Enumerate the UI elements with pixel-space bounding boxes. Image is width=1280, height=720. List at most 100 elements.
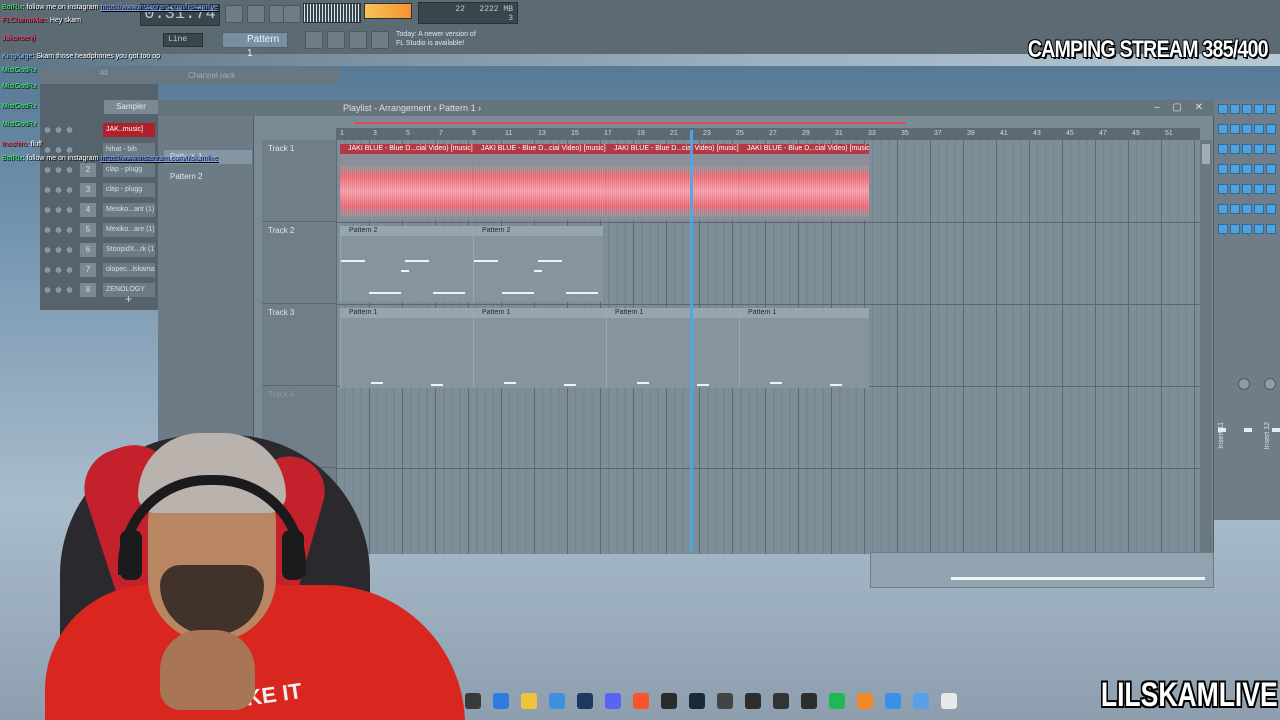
mixer-route-button[interactable]: [1266, 224, 1276, 234]
mixer-route-button[interactable]: [1254, 104, 1264, 114]
pan-knob[interactable]: [1264, 378, 1276, 390]
brave-icon[interactable]: [633, 693, 649, 709]
mixer-route-button[interactable]: [1218, 124, 1228, 134]
volume-fader[interactable]: [1272, 428, 1280, 432]
pan-knob[interactable]: [1238, 378, 1250, 390]
mixer-route-button[interactable]: [1254, 144, 1264, 154]
pattern-selector[interactable]: Pattern 1: [222, 32, 288, 59]
mixer-route-button[interactable]: [1266, 144, 1276, 154]
track-header-2[interactable]: Track 2: [262, 222, 336, 304]
file-icon[interactable]: [941, 693, 957, 709]
chat-link[interactable]: https://www.instagram.com/lilskamlive: [100, 155, 217, 162]
playlist-grid[interactable]: JAKI BLUE - Blue D...cial Video) [music]…: [336, 140, 1200, 554]
capcut-icon[interactable]: [801, 693, 817, 709]
mixer-route-button[interactable]: [1266, 184, 1276, 194]
scrollbar-thumb[interactable]: [1202, 144, 1210, 164]
playlist-scrollbar[interactable]: [1200, 140, 1212, 554]
channel-mixer-target[interactable]: 5: [80, 223, 96, 237]
pattern-clip[interactable]: Pattern 2: [340, 226, 473, 302]
channel-mute-buttons[interactable]: [42, 146, 74, 154]
app-icon[interactable]: [773, 693, 789, 709]
record-button[interactable]: [247, 5, 265, 23]
channel-name-button[interactable]: StoopidX...rk (1): [103, 243, 155, 257]
snap-select[interactable]: Line: [163, 33, 203, 47]
obs-icon[interactable]: [661, 693, 677, 709]
audio-clip[interactable]: JAKI BLUE - Blue D...cial Video) [music]: [340, 144, 473, 220]
mixer-route-button[interactable]: [1266, 104, 1276, 114]
app-icon[interactable]: [717, 693, 733, 709]
mixer-route-button[interactable]: [1230, 144, 1240, 154]
volume-fader[interactable]: [1218, 428, 1226, 432]
toolbar-button-d[interactable]: [371, 31, 389, 49]
channel-row[interactable]: 7 olopec...lskama: [40, 260, 158, 280]
timeline-ruler[interactable]: 1 3 5 7 9 11 13 15 17 19 21 23 25 27 29 31 33 35 37 39 41 43 4…: [336, 122, 1200, 140]
channel-row[interactable]: 2 clap - plugg: [40, 160, 158, 180]
channel-mixer-target[interactable]: 8: [80, 283, 96, 297]
channel-mixer-target[interactable]: 4: [80, 203, 96, 217]
channel-mute-buttons[interactable]: [42, 126, 74, 134]
track-header-1[interactable]: Track 1: [262, 140, 336, 222]
folder-icon[interactable]: [521, 693, 537, 709]
mixer-route-button[interactable]: [1218, 224, 1228, 234]
picker-item-pattern-2[interactable]: Pattern 2: [164, 170, 252, 184]
mixer-route-button[interactable]: [1218, 144, 1228, 154]
stop-button[interactable]: [225, 5, 243, 23]
channel-mixer-target[interactable]: 2: [80, 163, 96, 177]
mixer-route-button[interactable]: [1242, 164, 1252, 174]
mixer-route-button[interactable]: [1254, 224, 1264, 234]
chat-link[interactable]: https://www.instagram.com/lilskamlive: [100, 4, 217, 11]
mixer-route-button[interactable]: [1242, 224, 1252, 234]
volume-fader[interactable]: [1244, 428, 1252, 432]
spotify-icon[interactable]: [829, 693, 845, 709]
audio-clip[interactable]: JAKI BLUE - Blue D...cial Video) [music]: [739, 144, 869, 220]
mixer-route-button[interactable]: [1266, 124, 1276, 134]
zoom-slider[interactable]: [951, 577, 1205, 580]
pattern-clip[interactable]: Pattern 1: [606, 308, 739, 388]
mixer-route-button[interactable]: [1242, 104, 1252, 114]
channel-row[interactable]: 4 Mexiko...ant (1): [40, 200, 158, 220]
channel-rack-header[interactable]: Channel rack: [40, 68, 340, 84]
toolbar-button-b[interactable]: [327, 31, 345, 49]
steam-icon[interactable]: [689, 693, 705, 709]
channel-row[interactable]: 6 StoopidX...rk (1): [40, 240, 158, 260]
channel-row[interactable]: JAK..music]: [40, 120, 158, 140]
mixer-route-button[interactable]: [1230, 124, 1240, 134]
chat-username[interactable]: MistGodRx: [2, 83, 37, 90]
channel-mute-buttons[interactable]: [42, 226, 74, 234]
search-icon[interactable]: [465, 693, 481, 709]
mixer-route-button[interactable]: [1242, 144, 1252, 154]
toolbar-button-a[interactable]: [305, 31, 323, 49]
mixer-route-button[interactable]: [1254, 184, 1264, 194]
playlist-titlebar[interactable]: Playlist - Arrangement › Pattern 1 › – ▢…: [158, 100, 1214, 116]
pattern-clip[interactable]: Pattern 2: [473, 226, 603, 302]
toolbar-button-c[interactable]: [349, 31, 367, 49]
app-icon[interactable]: [745, 693, 761, 709]
channel-mixer-target[interactable]: 3: [80, 183, 96, 197]
mixer-route-button[interactable]: [1254, 204, 1264, 214]
pattern-clip[interactable]: Pattern 1: [739, 308, 869, 388]
chat-username[interactable]: BotRix: [2, 4, 23, 11]
window-controls[interactable]: – ▢ ✕: [1154, 100, 1208, 116]
edge-icon[interactable]: [493, 693, 509, 709]
mixer-route-button[interactable]: [1218, 184, 1228, 194]
playhead[interactable]: [690, 130, 693, 552]
pattern-clip[interactable]: Pattern 1: [473, 308, 606, 388]
app-icon[interactable]: [913, 693, 929, 709]
mixer-route-button[interactable]: [1230, 204, 1240, 214]
chat-username[interactable]: Jakonsenji: [2, 35, 35, 42]
add-channel-button[interactable]: +: [125, 292, 132, 306]
channel-row[interactable]: 8 ZENOLOGY: [40, 280, 158, 300]
channel-mute-buttons[interactable]: [42, 186, 74, 194]
channel-mute-buttons[interactable]: [42, 166, 74, 174]
channel-mixer-target[interactable]: 7: [80, 263, 96, 277]
notepad-icon[interactable]: [885, 693, 901, 709]
fl-studio-icon[interactable]: [857, 693, 873, 709]
chat-username[interactable]: BotRix: [2, 155, 23, 162]
channel-mute-buttons[interactable]: [42, 206, 74, 214]
selection-range-bar[interactable]: [354, 122, 906, 124]
channel-name-button[interactable]: JAK..music]: [103, 123, 155, 137]
pattern-clip[interactable]: Pattern 1: [340, 308, 473, 388]
mixer-route-button[interactable]: [1266, 164, 1276, 174]
mixer-route-button[interactable]: [1254, 124, 1264, 134]
chat-username[interactable]: MistGodRx: [2, 121, 37, 128]
